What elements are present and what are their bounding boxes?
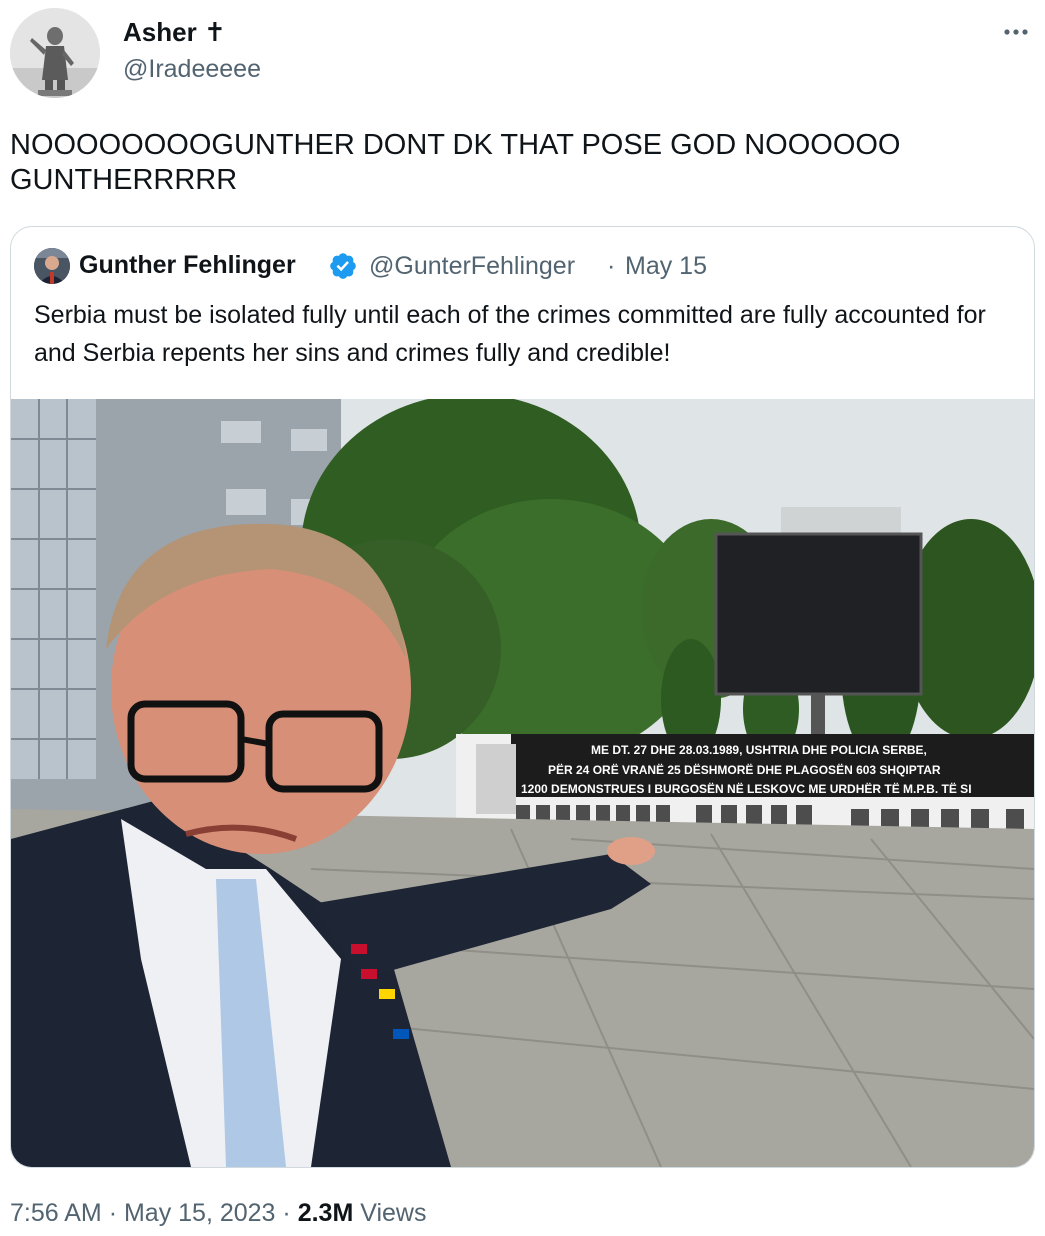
memorial-banner-line-2: PËR 24 ORË VRANË 25 DËSHMORË DHE PLAGOSË… xyxy=(548,762,941,777)
author-name-text: Asher xyxy=(123,17,197,47)
more-options-button[interactable] xyxy=(999,18,1033,46)
tweet-text: NOOOOOOOOGUNTHER DONT DK THAT POSE GOD N… xyxy=(10,129,901,196)
views-count: 2.3M xyxy=(297,1199,354,1227)
tweet: Asher ✝ @Iradeeeee NOOOOOOOOGUNTHER DONT… xyxy=(0,0,1045,1236)
tweet-time[interactable]: 7:56 AM xyxy=(10,1199,102,1227)
quoted-tweet-date: May 15 xyxy=(625,252,707,280)
quoted-author-handle: @GunterFehlinger xyxy=(369,252,576,280)
separator-dot: · xyxy=(607,252,616,280)
quoted-tweet-photo[interactable]: ME DT. 27 DHE 28.03.1989, USHTRIA DHE PO… xyxy=(11,399,1034,1167)
quoted-tweet-text: Serbia must be isolated fully until each… xyxy=(34,301,986,367)
author-handle[interactable]: @Iradeeeee xyxy=(123,55,261,84)
verified-badge-icon xyxy=(330,253,356,279)
tweet-meta: 7:56 AM · May 15, 2023 · 2.3M Views xyxy=(10,1199,427,1228)
memorial-banner-line-1: ME DT. 27 DHE 28.03.1989, USHTRIA DHE PO… xyxy=(591,743,927,757)
author-avatar[interactable] xyxy=(10,8,100,98)
views-label: Views xyxy=(360,1199,427,1227)
author-name[interactable]: Asher ✝ xyxy=(123,17,226,48)
quoted-author-name: Gunther Fehlinger xyxy=(79,251,296,279)
separator-dot: · xyxy=(282,1199,291,1227)
quoted-tweet-card[interactable]: Gunther Fehlinger @GunterFehlinger · May… xyxy=(10,226,1035,1168)
tweet-date[interactable]: May 15, 2023 xyxy=(124,1199,276,1227)
more-dots-icon xyxy=(1004,29,1028,35)
quoted-author-avatar xyxy=(34,248,70,284)
cross-symbol: ✝ xyxy=(203,17,226,47)
separator-dot: · xyxy=(108,1199,118,1227)
memorial-banner-line-3: 1200 DEMONSTRUES I BURGOSËN NË LESKOVC M… xyxy=(521,781,972,796)
